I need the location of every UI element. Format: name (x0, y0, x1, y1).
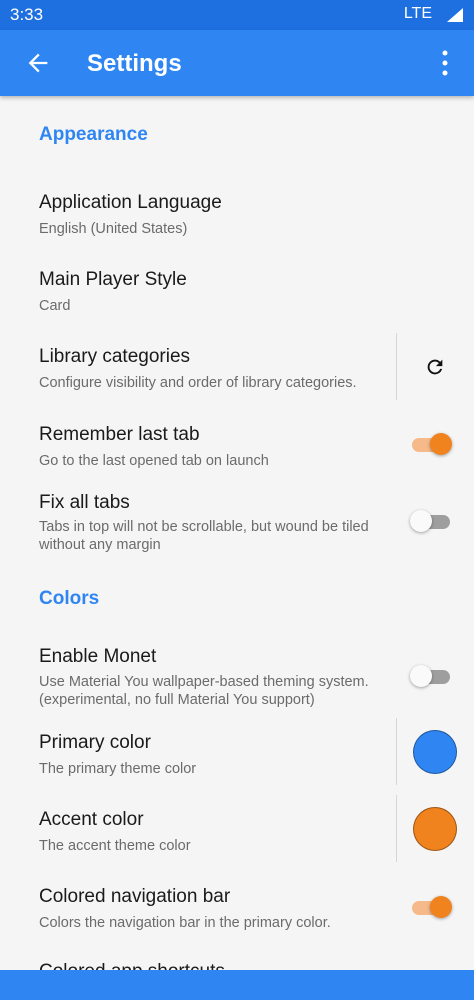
switch-thumb (410, 510, 432, 532)
app-bar: Settings (0, 30, 474, 96)
pref-colored-app-shortcuts[interactable]: Colored app shortcuts (0, 948, 474, 970)
divider (396, 795, 397, 862)
pref-accent-color[interactable]: Accent color The accent theme color (0, 795, 474, 867)
page-title: Settings (87, 50, 182, 77)
network-type: LTE (403, 5, 432, 22)
divider (396, 718, 397, 785)
pref-remember-last-tab[interactable]: Remember last tab Go to the last opened … (0, 412, 474, 476)
pref-title: Main Player Style (39, 269, 187, 290)
pref-app-language[interactable]: Application Language English (United Sta… (0, 180, 474, 250)
status-bar: 3:33 LTE (0, 0, 474, 30)
navigation-bar (0, 970, 474, 1000)
pref-title: Library categories (39, 346, 191, 367)
pref-title: Remember last tab (39, 424, 200, 445)
pref-summary: Use Material You wallpaper-based theming… (39, 674, 369, 708)
divider (396, 333, 397, 400)
pref-title: Accent color (39, 809, 144, 830)
primary-color-swatch[interactable] (413, 730, 457, 774)
more-vert-icon[interactable] (440, 50, 450, 76)
pref-summary: The accent theme color (39, 838, 191, 854)
fix-tabs-switch[interactable] (410, 509, 452, 533)
pref-summary: The primary theme color (39, 761, 197, 777)
pref-title: Colored app shortcuts (39, 961, 225, 970)
section-header-colors: Colors (39, 588, 100, 609)
signal-icon (447, 8, 463, 22)
arrow-back-icon[interactable] (24, 49, 52, 77)
pref-summary: Configure visibility and order of librar… (39, 375, 357, 391)
pref-title: Primary color (39, 732, 151, 753)
remember-tab-switch[interactable] (410, 432, 452, 456)
pref-title: Application Language (39, 192, 222, 213)
section-header-appearance: Appearance (39, 124, 148, 145)
colored-nav-switch[interactable] (410, 895, 452, 919)
pref-summary: English (United States) (39, 221, 188, 237)
pref-enable-monet[interactable]: Enable Monet Use Material You wallpaper-… (0, 637, 474, 717)
pref-colored-navigation-bar[interactable]: Colored navigation bar Colors the naviga… (0, 874, 474, 940)
pref-title: Enable Monet (39, 646, 157, 667)
pref-title: Colored navigation bar (39, 886, 231, 907)
pref-main-player-style[interactable]: Main Player Style Card (0, 256, 474, 326)
accent-color-swatch[interactable] (413, 807, 457, 851)
pref-summary: Card (39, 298, 71, 314)
pref-fix-all-tabs[interactable]: Fix all tabs Tabs in top will not be scr… (0, 482, 474, 564)
switch-thumb (430, 433, 452, 455)
monet-switch[interactable] (410, 664, 452, 688)
switch-thumb (430, 896, 452, 918)
pref-summary: Go to the last opened tab on launch (39, 453, 269, 469)
settings-list[interactable]: Appearance Application Language English … (0, 96, 474, 970)
pref-library-categories[interactable]: Library categories Configure visibility … (0, 333, 474, 403)
pref-summary: Tabs in top will not be scrollable, but … (39, 519, 369, 553)
switch-thumb (410, 665, 432, 687)
pref-primary-color[interactable]: Primary color The primary theme color (0, 718, 474, 790)
pref-summary: Colors the navigation bar in the primary… (39, 915, 331, 931)
status-time: 3:33 (10, 5, 44, 24)
refresh-icon[interactable] (424, 356, 446, 378)
pref-title: Fix all tabs (39, 492, 130, 513)
